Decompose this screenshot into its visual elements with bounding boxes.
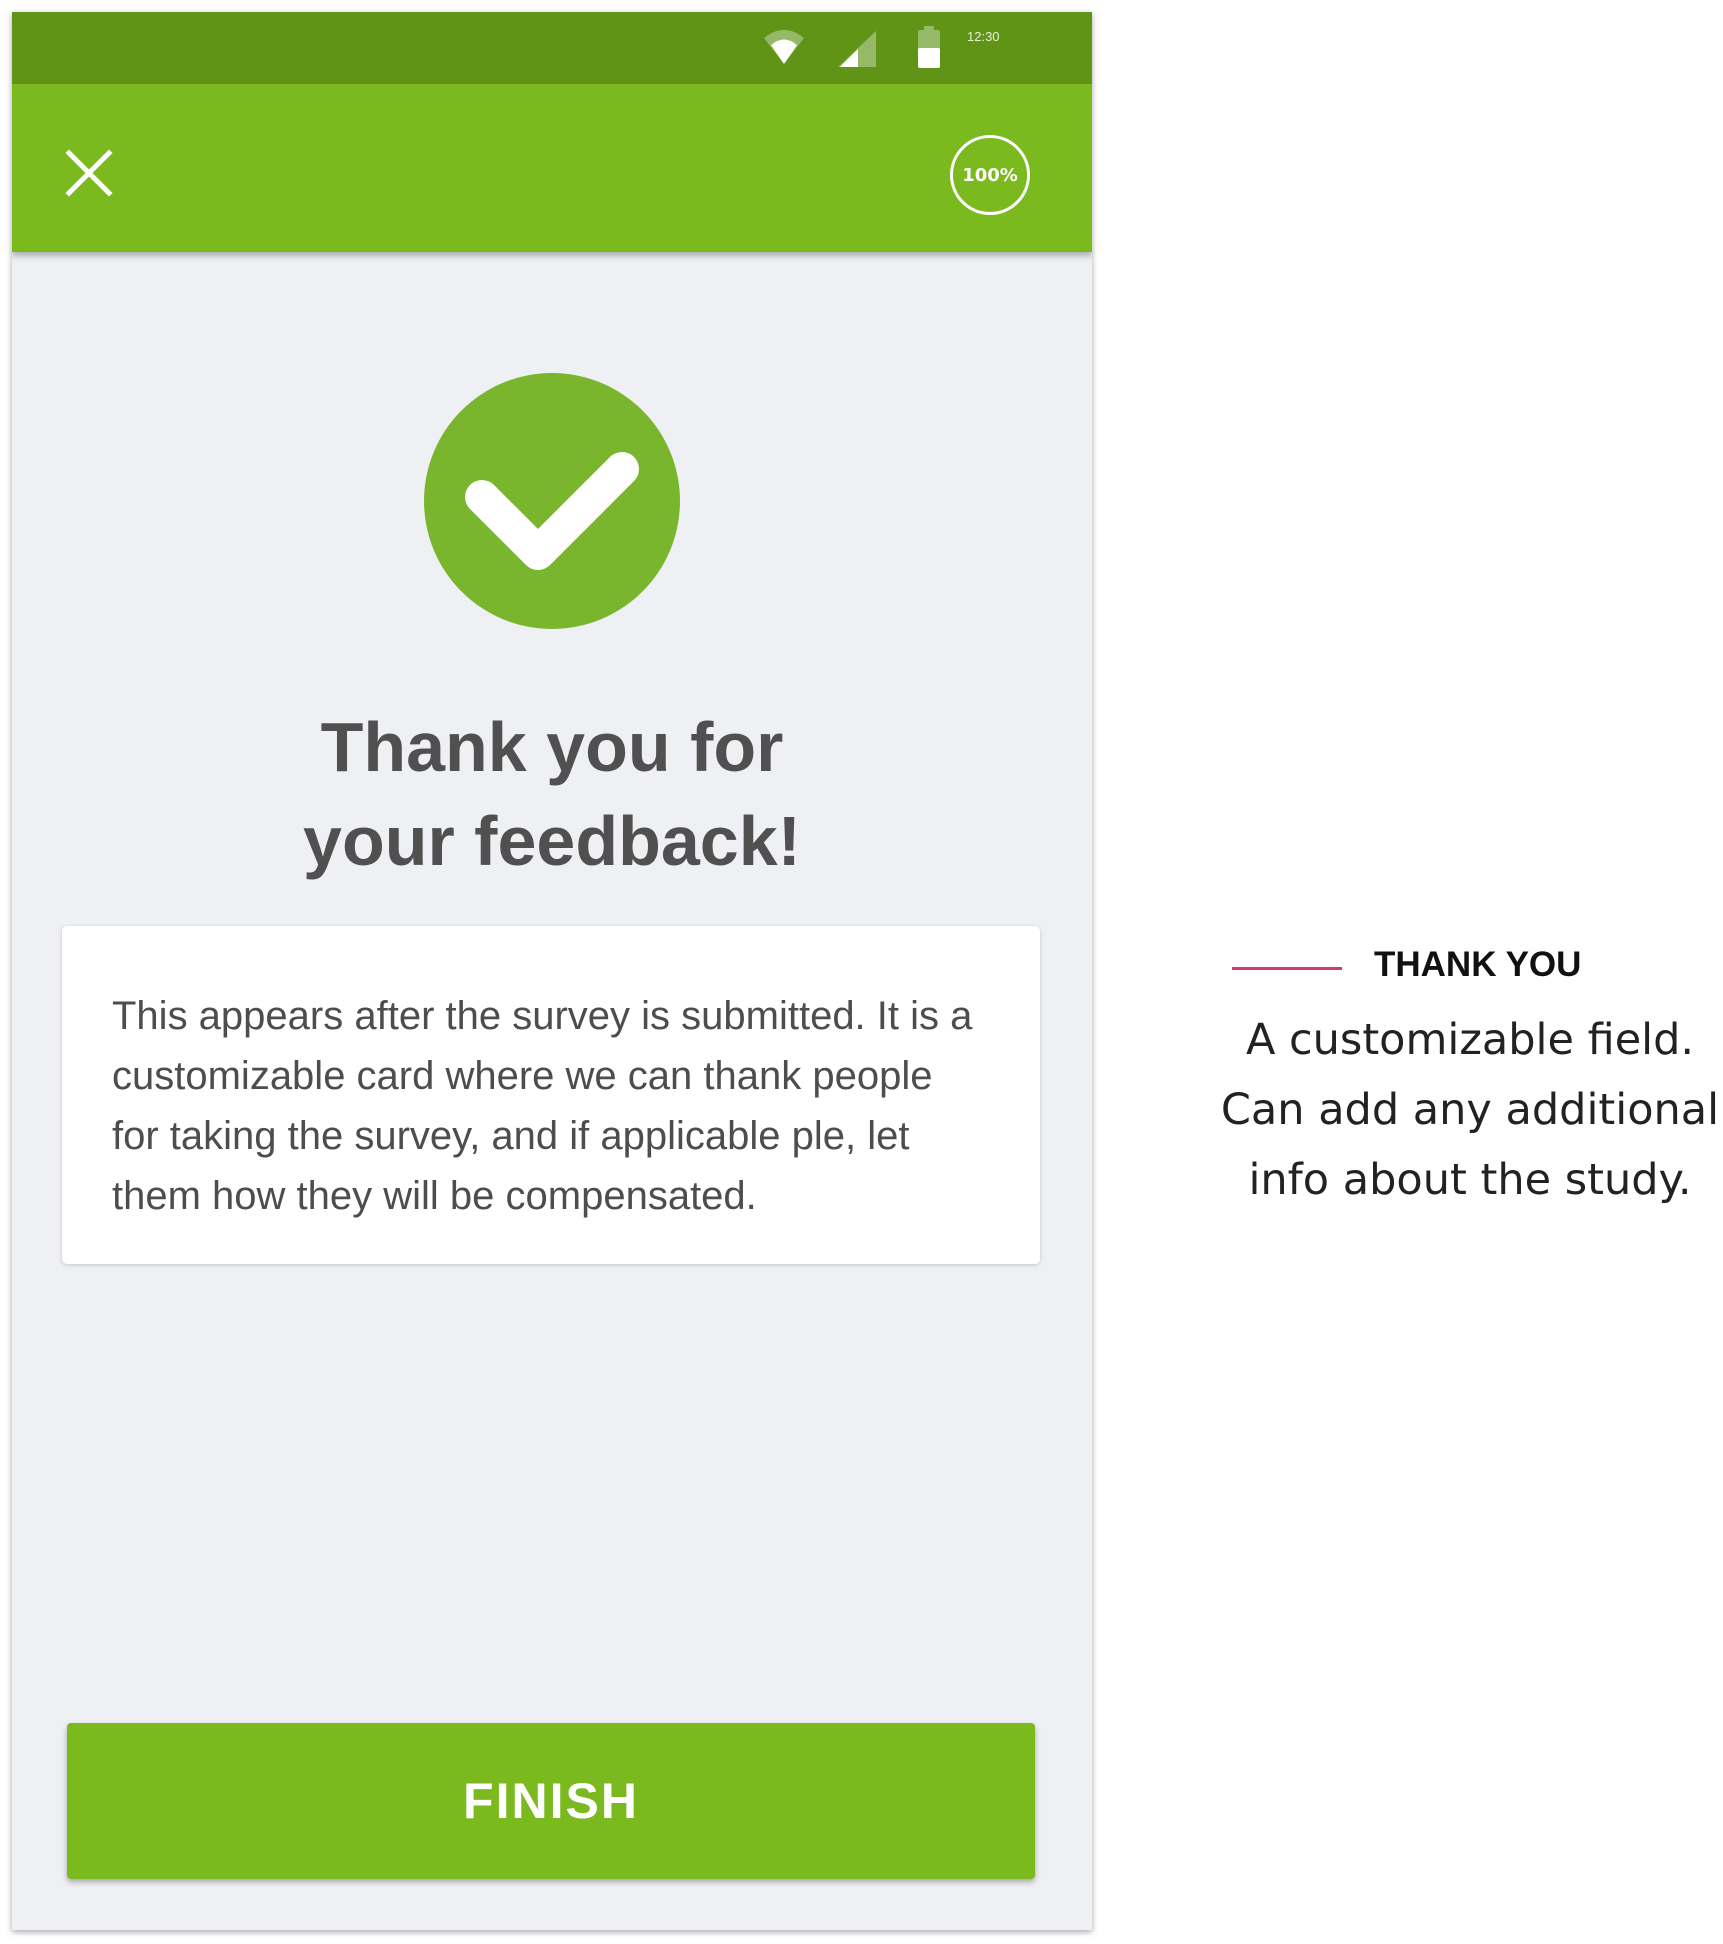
title-line-2: your feedback! [303, 802, 801, 880]
checkmark-icon [424, 373, 680, 629]
progress-indicator: 100% [950, 135, 1030, 215]
signal-icon [838, 31, 876, 67]
info-card-text: This appears after the survey is submitt… [112, 994, 973, 1218]
battery-icon [918, 26, 940, 68]
status-bar: 12:30 [12, 12, 1092, 84]
app-bar: 100% [12, 84, 1092, 252]
annotation-title: THANK YOU [1374, 945, 1582, 984]
page-title: Thank you for your feedback! [12, 700, 1092, 888]
annotation-line-1: A customizable field. [1245, 1015, 1695, 1065]
info-card: This appears after the survey is submitt… [62, 926, 1040, 1264]
close-icon[interactable] [64, 148, 114, 198]
phone-screen: 12:30 100% Thank you for your feedback! … [12, 12, 1092, 1930]
wifi-icon [764, 30, 804, 64]
progress-label: 100% [962, 164, 1018, 186]
finish-button[interactable]: FINISH [67, 1723, 1035, 1879]
annotation-line-2: Can add any additional [1220, 1085, 1720, 1135]
title-line-1: Thank you for [320, 708, 784, 786]
annotation-line-3: info about the study. [1248, 1155, 1692, 1205]
annotation-line [1232, 967, 1342, 970]
annotation-body: A customizable field. Can add any additi… [1220, 1005, 1720, 1215]
status-time: 12:30 [967, 29, 1000, 44]
